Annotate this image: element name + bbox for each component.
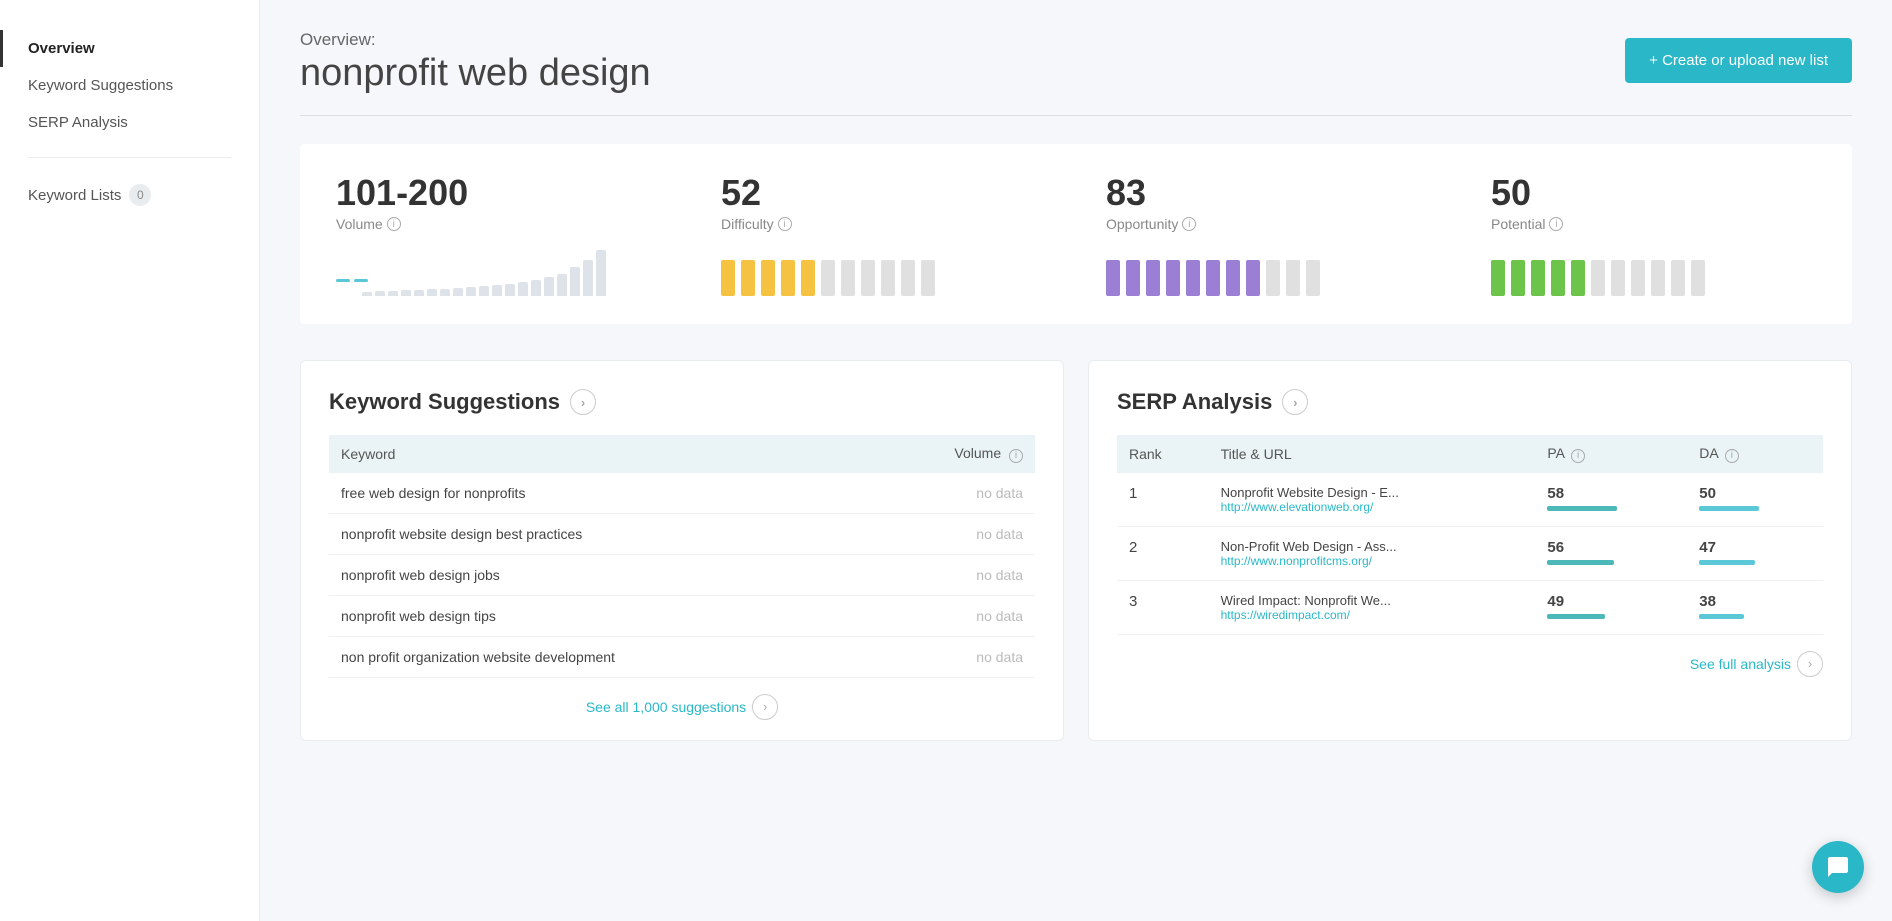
serp-col-rank: Rank [1117,435,1209,473]
kw-keyword: nonprofit website design best practices [329,513,868,554]
kw-keyword: nonprofit web design jobs [329,554,868,595]
sidebar-divider [28,157,231,158]
serp-pa: 56 [1535,526,1687,580]
serp-da: 38 [1687,580,1823,634]
volume-label: Volume i [336,216,661,232]
sidebar: Overview Keyword Suggestions SERP Analys… [0,0,260,921]
kw-table-row[interactable]: nonprofit website design best practicesn… [329,513,1035,554]
keyword-suggestions-arrow[interactable]: › [570,389,596,415]
kw-table-row[interactable]: nonprofit web design tipsno data [329,595,1035,636]
volume-chart [336,246,661,296]
kw-volume-info-icon[interactable]: i [1009,449,1023,463]
see-full-arrow[interactable]: › [1797,651,1823,677]
serp-pa: 58 [1535,473,1687,527]
kw-col-keyword: Keyword [329,435,868,473]
header-subtitle: Overview: [300,30,651,50]
serp-rank: 1 [1117,473,1209,527]
potential-label: Potential i [1491,216,1816,232]
kw-keyword: non profit organization website developm… [329,636,868,677]
serp-pa: 49 [1535,580,1687,634]
see-all-suggestions[interactable]: See all 1,000 suggestions › [329,694,1035,720]
keyword-suggestions-table: Keyword Volume i free web design for non… [329,435,1035,678]
chat-icon [1826,855,1850,879]
serp-title-url: Non-Profit Web Design - Ass... http://ww… [1209,526,1536,580]
serp-analysis-arrow[interactable]: › [1282,389,1308,415]
sidebar-item-keyword-suggestions[interactable]: Keyword Suggestions [0,67,259,104]
volume-value: 101-200 [336,172,661,214]
metrics-row: 101-200 Volume i 52 Difficulty i 83 Oppo… [300,144,1852,324]
header-title-block: Overview: nonprofit web design [300,30,651,95]
opportunity-value: 83 [1106,172,1431,214]
page-title: nonprofit web design [300,52,651,95]
kw-keyword: free web design for nonprofits [329,473,868,514]
kw-volume: no data [868,513,1035,554]
metric-volume: 101-200 Volume i [336,172,661,296]
serp-da: 50 [1687,473,1823,527]
kw-table-row[interactable]: nonprofit web design jobsno data [329,554,1035,595]
keyword-suggestions-title: Keyword Suggestions › [329,389,1035,415]
see-full-analysis[interactable]: See full analysis › [1117,651,1823,677]
kw-volume: no data [868,554,1035,595]
kw-volume: no data [868,595,1035,636]
see-all-arrow[interactable]: › [752,694,778,720]
serp-table-row[interactable]: 2 Non-Profit Web Design - Ass... http://… [1117,526,1823,580]
page-header: Overview: nonprofit web design + Create … [300,30,1852,95]
potential-info-icon[interactable]: i [1549,217,1563,231]
serp-analysis-table: Rank Title & URL PA i DA i 1 [1117,435,1823,635]
difficulty-label: Difficulty i [721,216,1046,232]
serp-da: 47 [1687,526,1823,580]
keyword-lists-label: Keyword Lists [28,187,121,204]
pa-info-icon[interactable]: i [1571,449,1585,463]
serp-table-row[interactable]: 1 Nonprofit Website Design - E... http:/… [1117,473,1823,527]
serp-col-title: Title & URL [1209,435,1536,473]
opportunity-chart [1106,246,1431,296]
volume-info-icon[interactable]: i [387,217,401,231]
kw-table-row[interactable]: free web design for nonprofitsno data [329,473,1035,514]
kw-col-volume: Volume i [868,435,1035,473]
metric-difficulty: 52 Difficulty i [721,172,1046,296]
metric-opportunity: 83 Opportunity i [1106,172,1431,296]
serp-rank: 3 [1117,580,1209,634]
serp-title-url: Wired Impact: Nonprofit We... https://wi… [1209,580,1536,634]
difficulty-info-icon[interactable]: i [778,217,792,231]
serp-col-pa: PA i [1535,435,1687,473]
header-divider [300,115,1852,116]
potential-value: 50 [1491,172,1816,214]
da-info-icon[interactable]: i [1725,449,1739,463]
sidebar-item-serp-analysis[interactable]: SERP Analysis [0,104,259,141]
metric-potential: 50 Potential i [1491,172,1816,296]
serp-analysis-title: SERP Analysis › [1117,389,1823,415]
serp-title-url: Nonprofit Website Design - E... http://w… [1209,473,1536,527]
serp-rank: 2 [1117,526,1209,580]
kw-volume: no data [868,636,1035,677]
chat-bubble[interactable] [1812,841,1864,893]
create-upload-button[interactable]: + Create or upload new list [1625,38,1852,83]
keyword-lists-badge: 0 [129,184,151,206]
serp-table-row[interactable]: 3 Wired Impact: Nonprofit We... https://… [1117,580,1823,634]
kw-keyword: nonprofit web design tips [329,595,868,636]
keyword-suggestions-card: Keyword Suggestions › Keyword Volume i f… [300,360,1064,741]
serp-col-da: DA i [1687,435,1823,473]
sidebar-keyword-lists[interactable]: Keyword Lists 0 [0,174,259,216]
two-col-section: Keyword Suggestions › Keyword Volume i f… [300,360,1852,741]
main-content: Overview: nonprofit web design + Create … [260,0,1892,921]
kw-table-row[interactable]: non profit organization website developm… [329,636,1035,677]
serp-analysis-card: SERP Analysis › Rank Title & URL PA i DA [1088,360,1852,741]
sidebar-item-overview[interactable]: Overview [0,30,259,67]
difficulty-chart [721,246,1046,296]
potential-chart [1491,246,1816,296]
kw-volume: no data [868,473,1035,514]
opportunity-info-icon[interactable]: i [1182,217,1196,231]
difficulty-value: 52 [721,172,1046,214]
opportunity-label: Opportunity i [1106,216,1431,232]
